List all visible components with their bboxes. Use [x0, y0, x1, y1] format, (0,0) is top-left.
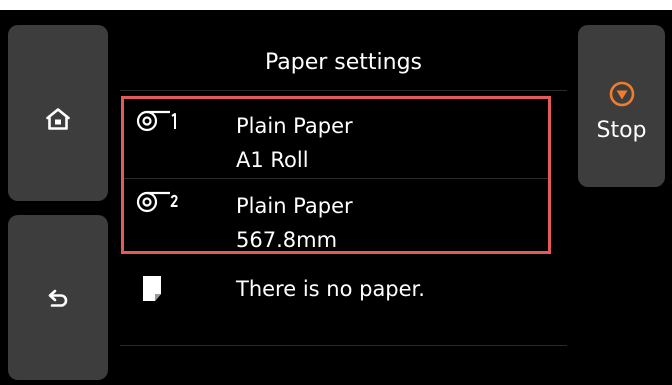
stop-label: Stop: [596, 118, 647, 143]
roll-2-type: Plain Paper: [236, 194, 353, 218]
stop-icon: [609, 81, 634, 107]
roll-paper-2-icon: [136, 191, 178, 213]
home-button[interactable]: [8, 25, 108, 201]
paper-source-roll-2[interactable]: Plain Paper 567.8mm: [122, 180, 552, 252]
no-paper-message: There is no paper.: [236, 277, 425, 301]
home-icon: [46, 108, 70, 130]
roll-paper-1-icon: [136, 110, 176, 132]
roll-1-type: Plain Paper: [236, 114, 353, 138]
cut-sheet-icon: [143, 276, 161, 301]
divider: [120, 345, 567, 346]
back-button[interactable]: [8, 215, 108, 380]
page-title: Paper settings: [264, 50, 423, 75]
paper-source-roll-1[interactable]: Plain Paper A1 Roll: [122, 97, 552, 179]
paper-source-cut-sheet[interactable]: There is no paper.: [122, 265, 552, 325]
roll-1-size: A1 Roll: [236, 148, 309, 172]
touch-panel-screen: Stop Paper settings Plain Paper A1 Roll …: [0, 10, 672, 385]
stop-button[interactable]: Stop: [578, 25, 665, 187]
divider: [120, 90, 567, 91]
divider: [124, 178, 550, 179]
back-arrow-icon: [48, 289, 68, 307]
roll-2-size: 567.8mm: [236, 228, 338, 252]
